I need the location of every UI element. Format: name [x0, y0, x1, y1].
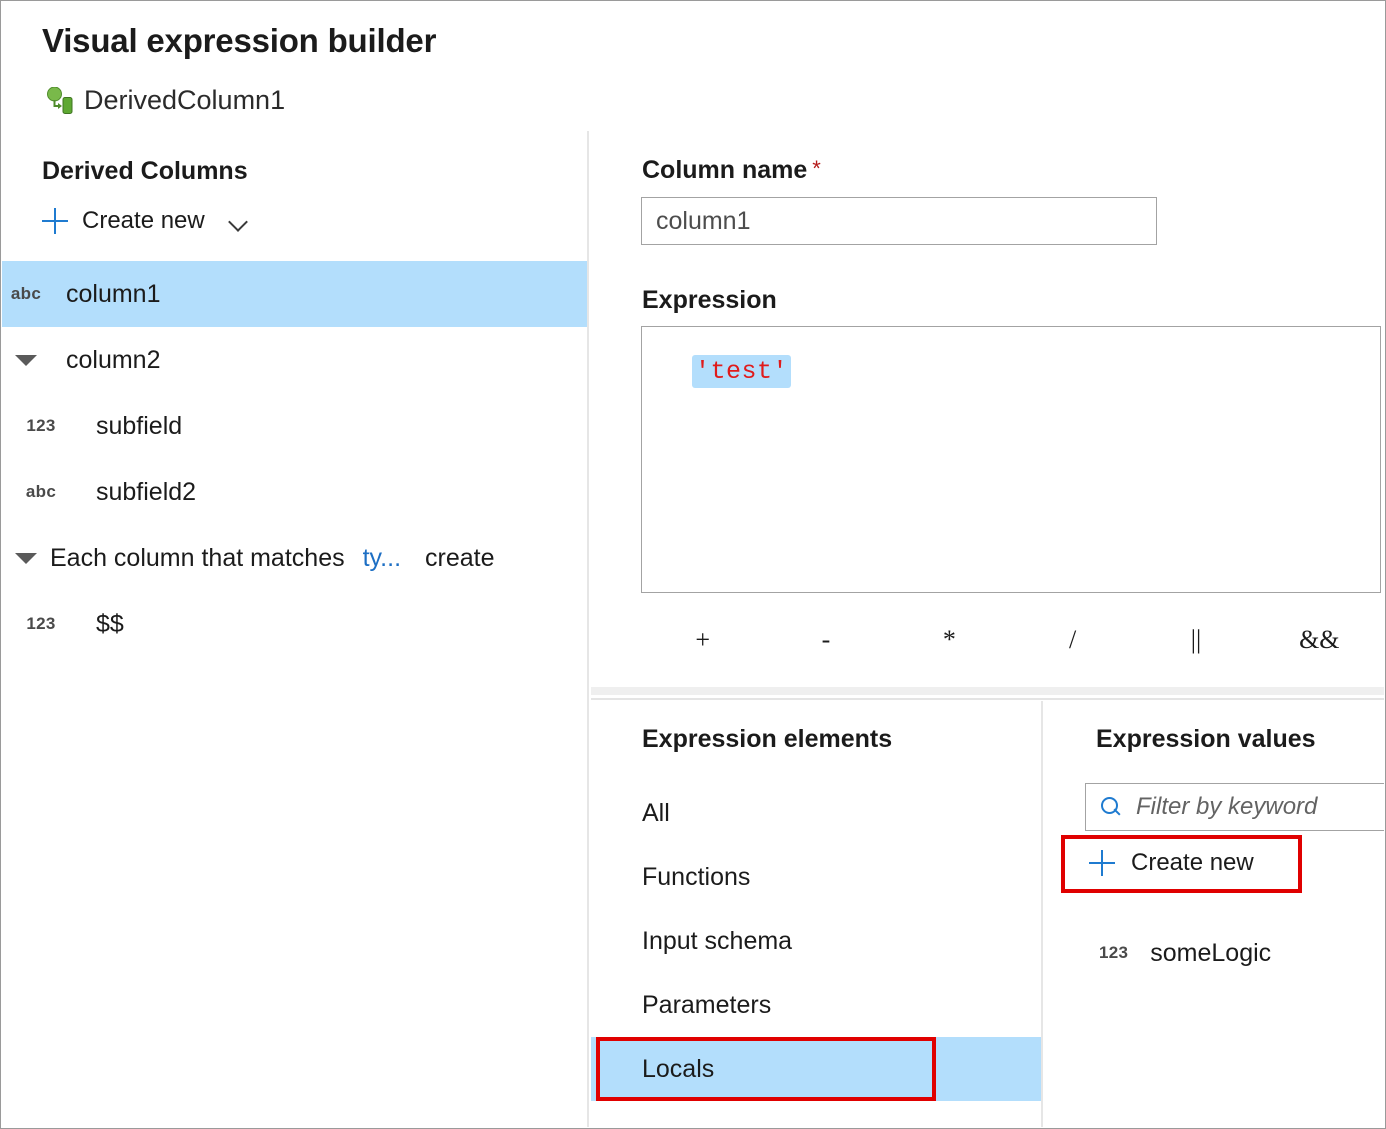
search-icon: [1100, 796, 1122, 818]
expression-element-all[interactable]: All: [591, 781, 1043, 845]
operator-and-button[interactable]: &&: [1258, 625, 1381, 655]
expression-value-item[interactable]: 123 someLogic: [1045, 923, 1271, 983]
type-badge-123-icon: 123: [26, 416, 55, 436]
operator-minus-button[interactable]: -: [764, 625, 887, 655]
caret-down-icon[interactable]: [15, 553, 37, 564]
column-name-label-text: Column name: [642, 156, 807, 184]
caret-down-icon[interactable]: [15, 355, 37, 366]
tree-row[interactable]: abc subfield2: [2, 459, 587, 525]
type-badge-123-icon: 123: [1099, 943, 1128, 963]
derived-columns-heading: Derived Columns: [42, 157, 248, 186]
tree-row[interactable]: 123 $$: [2, 591, 587, 657]
expression-element-input-schema[interactable]: Input schema: [591, 909, 1043, 973]
plus-icon: [1089, 850, 1115, 876]
horizontal-divider: [591, 687, 1384, 696]
tree-item-label: subfield: [96, 412, 182, 441]
type-badge-wrap: abc: [2, 284, 50, 304]
type-badge-abc-icon: abc: [26, 482, 56, 502]
filter-field[interactable]: [1085, 783, 1384, 831]
type-badge-wrap: 123: [2, 614, 80, 634]
expression-element-locals[interactable]: Locals: [591, 1037, 1043, 1101]
expression-label: Expression: [642, 286, 777, 315]
operator-multiply-button[interactable]: *: [888, 625, 1011, 655]
create-new-value-label: Create new: [1131, 849, 1254, 877]
visual-expression-builder-window: Visual expression builder DerivedColumn1…: [0, 0, 1386, 1129]
operator-toolbar: + - * / || &&: [641, 607, 1381, 673]
type-badge-abc-icon: abc: [11, 284, 41, 304]
expression-value-label: someLogic: [1150, 939, 1271, 968]
chevron-down-icon[interactable]: [229, 215, 249, 227]
type-badge-wrap: 123: [2, 416, 80, 436]
create-new-derived-column-button[interactable]: Create new: [42, 207, 249, 235]
create-new-label: Create new: [82, 207, 205, 235]
expander-wrap[interactable]: [2, 553, 50, 564]
tree-row-column-pattern[interactable]: Each column that matches ty... create: [2, 525, 587, 591]
tree-item-label: column1: [66, 280, 161, 309]
derived-columns-panel: Derived Columns Create new abc column1 c…: [2, 131, 589, 1127]
expression-token[interactable]: 'test': [692, 355, 791, 388]
column-pattern-prefix: Each column that matches: [50, 544, 345, 573]
filter-input[interactable]: [1134, 792, 1384, 822]
type-badge-wrap: abc: [2, 482, 80, 502]
required-marker: *: [812, 156, 821, 181]
operator-plus-button[interactable]: +: [641, 625, 764, 655]
create-new-value-button[interactable]: Create new: [1089, 849, 1254, 877]
tree-row[interactable]: abc column1: [2, 261, 587, 327]
column-pattern-suffix: create: [425, 544, 494, 573]
expression-elements-list: All Functions Input schema Parameters Lo…: [591, 781, 1043, 1101]
plus-icon: [42, 208, 68, 234]
expression-elements-panel: Expression elements All Functions Input …: [591, 701, 1043, 1127]
expander-wrap[interactable]: [2, 355, 50, 366]
column-name-input[interactable]: [641, 197, 1157, 245]
column-pattern-condition-link[interactable]: ty...: [363, 544, 401, 573]
operator-divide-button[interactable]: /: [1011, 625, 1134, 655]
breadcrumb-label: DerivedColumn1: [84, 85, 285, 116]
column-name-label: Column name*: [642, 156, 821, 185]
derived-column-icon: [45, 87, 75, 115]
operator-or-button[interactable]: ||: [1134, 625, 1257, 655]
expression-values-heading: Expression values: [1096, 725, 1316, 754]
tree-item-label: subfield2: [96, 478, 196, 507]
expression-elements-heading: Expression elements: [642, 725, 892, 754]
expression-values-panel: Expression values Create new 123 someLog…: [1045, 701, 1384, 1127]
column-editor-pane: Column name* Expression 'test' + - * / |…: [591, 131, 1384, 687]
type-badge-123-icon: 123: [26, 614, 55, 634]
page-title: Visual expression builder: [42, 22, 436, 60]
expression-editor[interactable]: 'test': [641, 326, 1381, 593]
tree-row[interactable]: 123 subfield: [2, 393, 587, 459]
derived-columns-tree: abc column1 column2 123 subfield: [2, 261, 587, 657]
expression-element-locals-label: Locals: [642, 1055, 714, 1084]
expression-element-parameters[interactable]: Parameters: [591, 973, 1043, 1037]
tree-item-label: $$: [96, 610, 124, 639]
tree-row[interactable]: column2: [2, 327, 587, 393]
expression-element-functions[interactable]: Functions: [591, 845, 1043, 909]
horizontal-divider-secondary: [591, 698, 1384, 700]
breadcrumb: DerivedColumn1: [45, 85, 285, 116]
tree-item-label: column2: [66, 346, 161, 375]
